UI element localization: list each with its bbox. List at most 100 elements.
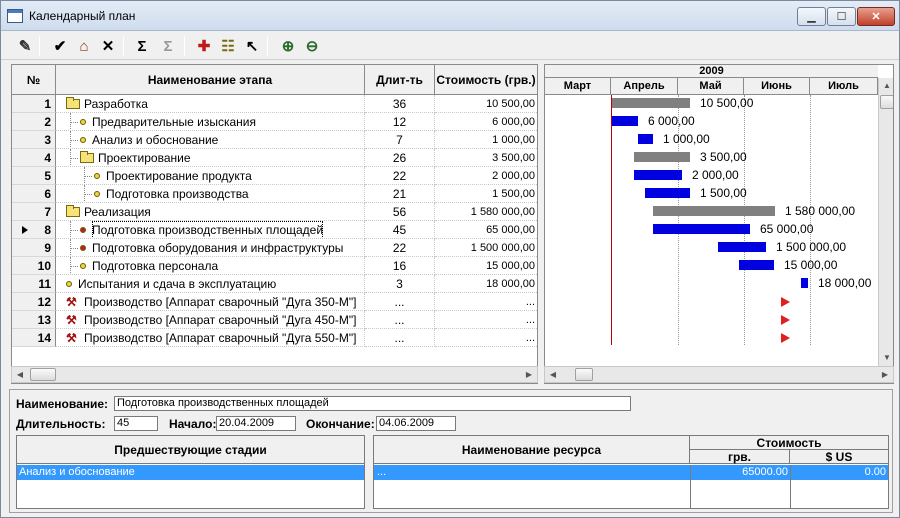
cost-cell[interactable]: 18 000,00 xyxy=(435,275,537,293)
table-row[interactable]: 4 Проектирование 26 3 500,00 xyxy=(12,149,537,167)
table-row[interactable]: 5 Проектирование продукта 22 2 000,00 xyxy=(12,167,537,185)
duration-cell[interactable]: 7 xyxy=(365,131,435,149)
scroll-thumb[interactable] xyxy=(30,368,56,381)
duration-cell[interactable]: 12 xyxy=(365,113,435,131)
header-cost[interactable]: Стоимость (грв.) xyxy=(435,65,537,95)
stage-name-cell[interactable]: Проектирование xyxy=(56,149,365,167)
maximize-button[interactable]: ☐ xyxy=(827,7,856,26)
gantt-bar[interactable] xyxy=(718,242,766,252)
cost-cell[interactable]: 1 000,00 xyxy=(435,131,537,149)
duration-field[interactable]: 45 xyxy=(114,416,158,431)
gantt-milestone-flag-icon[interactable] xyxy=(781,333,790,343)
table-row[interactable]: 7 Реализация 56 1 580 000,00 xyxy=(12,203,537,221)
duration-cell[interactable]: 45 xyxy=(365,221,435,239)
duration-cell[interactable]: ... xyxy=(365,311,435,329)
header-num[interactable]: № xyxy=(12,65,56,95)
name-field[interactable]: Подготовка производственных площадей xyxy=(114,396,631,411)
gantt-scroll-right-icon[interactable]: ▶ xyxy=(877,367,893,382)
row-number[interactable]: 3 xyxy=(12,131,56,149)
gantt-bar[interactable] xyxy=(653,224,750,234)
table-row[interactable]: 8 Подготовка производственных площадей 45 6… xyxy=(12,221,537,239)
scroll-down-icon[interactable]: ▼ xyxy=(879,350,893,365)
factory-icon[interactable]: ⌂ xyxy=(73,35,95,57)
cost-cell[interactable]: 1 500,00 xyxy=(435,185,537,203)
gantt-bar[interactable] xyxy=(653,206,775,216)
duration-cell[interactable]: 56 xyxy=(365,203,435,221)
stage-name-cell[interactable]: Подготовка персонала xyxy=(56,257,365,275)
table-row[interactable]: 13 ⚒ Производство [Аппарат сварочный "Дуга… xyxy=(12,311,537,329)
stage-name-cell[interactable]: Реализация xyxy=(56,203,365,221)
duration-cell[interactable]: 22 xyxy=(365,239,435,257)
table-row[interactable]: 2 Предварительные изыскания 12 6 000,00 xyxy=(12,113,537,131)
gantt-milestone-flag-icon[interactable] xyxy=(781,315,790,325)
row-number[interactable]: 6 xyxy=(12,185,56,203)
cost-cell[interactable]: 2 000,00 xyxy=(435,167,537,185)
table-row[interactable]: 3 Анализ и обоснование 7 1 000,00 xyxy=(12,131,537,149)
cost-cell[interactable]: 6 000,00 xyxy=(435,113,537,131)
table-row[interactable]: 9 Подготовка оборудования и инфраструктур… xyxy=(12,239,537,257)
stage-name-cell[interactable]: Подготовка производства xyxy=(56,185,365,203)
row-number[interactable]: 8 xyxy=(12,221,56,239)
grid-horizontal-scrollbar[interactable]: ◀ ▶ xyxy=(11,366,538,383)
cost-cell[interactable]: 15 000,00 xyxy=(435,257,537,275)
cost-cell[interactable]: ... xyxy=(435,329,537,347)
resource-row[interactable]: ... 65000.00 0.00 xyxy=(374,465,888,480)
row-number[interactable]: 4 xyxy=(12,149,56,167)
cost-cell[interactable]: 1 500 000,00 xyxy=(435,239,537,257)
row-number[interactable]: 1 xyxy=(12,95,56,113)
table-row[interactable]: 12 ⚒ Производство [Аппарат сварочный "Дуга… xyxy=(12,293,537,311)
scroll-up-icon[interactable]: ▲ xyxy=(879,78,893,93)
sum-add-icon[interactable]: Σ xyxy=(131,35,153,57)
duration-cell[interactable]: 36 xyxy=(365,95,435,113)
row-number[interactable]: 10 xyxy=(12,257,56,275)
header-name[interactable]: Наименование этапа xyxy=(56,65,365,95)
table-row[interactable]: 10 Подготовка персонала 16 15 000,00 xyxy=(12,257,537,275)
gantt-horizontal-scrollbar[interactable]: ◀ ▶ xyxy=(544,366,894,383)
stage-name-cell[interactable]: ⚒ Производство [Аппарат сварочный "Дуга 4… xyxy=(56,311,365,329)
cost-cell[interactable]: 3 500,00 xyxy=(435,149,537,167)
stage-name-cell[interactable]: Подготовка производственных площадей xyxy=(56,221,365,239)
gantt-milestone-flag-icon[interactable] xyxy=(781,297,790,307)
gantt-hscroll-thumb[interactable] xyxy=(575,368,593,381)
gantt-vertical-scrollbar[interactable]: ▲ ▼ xyxy=(878,78,893,368)
gantt-bar[interactable] xyxy=(634,152,690,162)
duration-cell[interactable]: ... xyxy=(365,293,435,311)
gantt-bar[interactable] xyxy=(645,188,690,198)
row-number[interactable]: 14 xyxy=(12,329,56,347)
duration-cell[interactable]: 16 xyxy=(365,257,435,275)
cost-cell[interactable]: 10 500,00 xyxy=(435,95,537,113)
gantt-bar[interactable] xyxy=(801,278,808,288)
table-row[interactable]: 1 Разработка 36 10 500,00 xyxy=(12,95,537,113)
stage-name-cell[interactable]: Проектирование продукта xyxy=(56,167,365,185)
duration-cell[interactable]: ... xyxy=(365,329,435,347)
gantt-bar[interactable] xyxy=(612,116,638,126)
sum-remove-icon[interactable]: Σ xyxy=(157,35,179,57)
stage-name-cell[interactable]: Разработка xyxy=(56,95,365,113)
cost-cell[interactable]: ... xyxy=(435,311,537,329)
predecessor-row[interactable]: Анализ и обоснование xyxy=(17,465,364,480)
header-duration[interactable]: Длит-ть xyxy=(365,65,435,95)
scroll-right-icon[interactable]: ▶ xyxy=(521,367,537,382)
gantt-bar[interactable] xyxy=(612,98,690,108)
edit-document-icon[interactable]: ✎ xyxy=(14,35,36,57)
duration-cell[interactable]: 21 xyxy=(365,185,435,203)
zoom-out-icon[interactable]: ⊖ xyxy=(301,35,323,57)
gantt-bar[interactable] xyxy=(739,260,774,270)
gantt-vscroll-thumb[interactable] xyxy=(880,95,893,109)
check-icon[interactable]: ✔ xyxy=(49,35,71,57)
gantt-bar[interactable] xyxy=(638,134,653,144)
end-date-field[interactable]: 04.06.2009 xyxy=(376,416,456,431)
cost-cell[interactable]: ... xyxy=(435,293,537,311)
cost-cell[interactable]: 1 580 000,00 xyxy=(435,203,537,221)
row-number[interactable]: 9 xyxy=(12,239,56,257)
stage-name-cell[interactable]: Предварительные изыскания xyxy=(56,113,365,131)
duration-cell[interactable]: 26 xyxy=(365,149,435,167)
add-icon[interactable]: ✚ xyxy=(193,35,215,57)
row-number[interactable]: 7 xyxy=(12,203,56,221)
close-button[interactable]: ✕ xyxy=(857,7,895,26)
row-number[interactable]: 11 xyxy=(12,275,56,293)
stage-name-cell[interactable]: ⚒ Производство [Аппарат сварочный "Дуга 3… xyxy=(56,293,365,311)
row-number[interactable]: 5 xyxy=(12,167,56,185)
cost-cell[interactable]: 65 000,00 xyxy=(435,221,537,239)
minimize-button[interactable]: ▁ xyxy=(797,7,826,26)
